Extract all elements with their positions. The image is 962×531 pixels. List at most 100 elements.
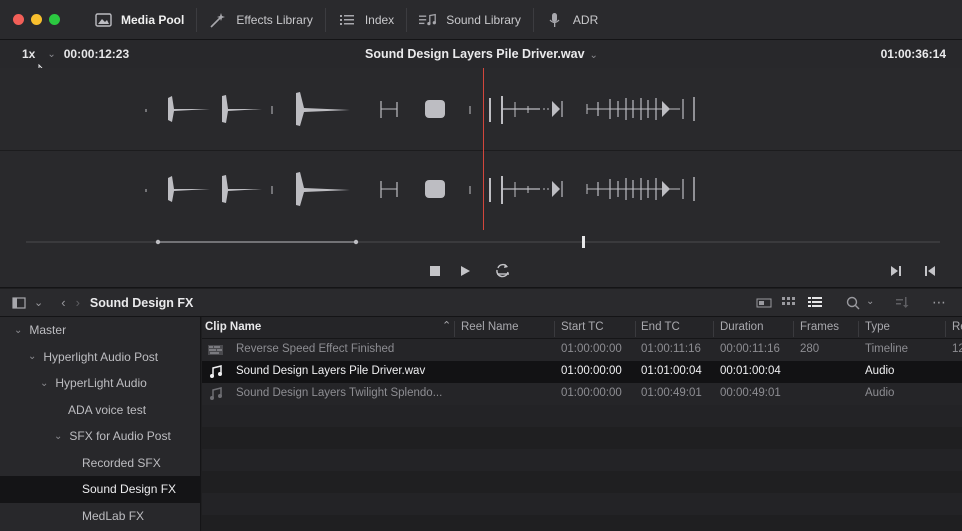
mark-out-icon[interactable] bbox=[923, 264, 937, 278]
sidebar-item-sfx-for-audio-post[interactable]: ⌄ SFX for Audio Post bbox=[0, 423, 200, 450]
viewer-header: 1x ⌄ 00:00:12:23 Sound Design Layers Pil… bbox=[0, 40, 962, 68]
back-arrow-icon[interactable]: ‹ bbox=[61, 295, 65, 310]
scrub-bar[interactable] bbox=[0, 230, 962, 254]
column-header-end-tc[interactable]: End TC bbox=[641, 321, 680, 333]
sidebar-item-label: SFX for Audio Post bbox=[69, 429, 171, 444]
sidebar-item-label: Hyperlight Audio Post bbox=[43, 349, 159, 364]
adr-button[interactable]: ADR bbox=[534, 0, 610, 40]
start-tc: 01:00:00:00 bbox=[561, 365, 622, 377]
forward-arrow-icon[interactable]: › bbox=[76, 295, 80, 310]
chevron-down-icon[interactable]: ⌄ bbox=[34, 296, 43, 309]
column-header-re[interactable]: Re bbox=[952, 321, 962, 333]
column-divider bbox=[713, 321, 714, 337]
chevron-down-icon[interactable]: ⌄ bbox=[14, 325, 22, 336]
waveform-channel-2 bbox=[145, 172, 695, 206]
sidebar-toggle-icon[interactable] bbox=[12, 296, 26, 309]
media-pool-button[interactable]: Media Pool bbox=[82, 0, 196, 40]
column-header-type[interactable]: Type bbox=[865, 321, 890, 333]
column-header-start-tc[interactable]: Start TC bbox=[561, 321, 604, 333]
media-pool-header: ⌄ ‹ › Sound Design FX ⌄ ⋯ bbox=[0, 289, 962, 317]
adr-label: ADR bbox=[572, 12, 599, 27]
zoom-window-button[interactable] bbox=[49, 14, 60, 25]
chevron-down-icon[interactable]: ⌄ bbox=[590, 50, 598, 61]
chevron-down-icon[interactable]: ⌄ bbox=[47, 49, 55, 60]
sound-library-icon bbox=[419, 12, 437, 28]
playhead[interactable] bbox=[483, 68, 484, 230]
record-timecode: 01:00:36:14 bbox=[880, 47, 946, 61]
sort-icon[interactable] bbox=[896, 297, 910, 309]
column-header-reel-name[interactable]: Reel Name bbox=[461, 321, 519, 333]
start-tc: 01:00:00:00 bbox=[561, 343, 622, 355]
index-label: Index bbox=[364, 12, 395, 27]
duration: 00:01:00:04 bbox=[720, 365, 781, 377]
sound-library-button[interactable]: Sound Library bbox=[407, 0, 533, 40]
sidebar-item-hyperlight-audio[interactable]: ⌄ HyperLight Audio bbox=[0, 370, 200, 397]
minimize-window-button[interactable] bbox=[31, 14, 42, 25]
start-tc: 01:00:00:00 bbox=[561, 387, 622, 399]
loop-icon[interactable] bbox=[494, 262, 512, 278]
media-pool-label: Media Pool bbox=[121, 12, 185, 27]
table-row[interactable]: Reverse Speed Effect Finished 01:00:00:0… bbox=[202, 339, 962, 361]
column-divider bbox=[635, 321, 636, 337]
duration: 00:00:49:01 bbox=[720, 387, 781, 399]
clip-type: Audio bbox=[865, 387, 895, 399]
play-icon[interactable] bbox=[458, 264, 472, 278]
effects-library-label: Effects Library bbox=[236, 12, 313, 27]
index-button[interactable]: Index bbox=[326, 0, 406, 40]
list-view-icon[interactable] bbox=[808, 297, 822, 309]
mark-in-icon[interactable] bbox=[889, 264, 903, 278]
chevron-down-icon[interactable]: ⌄ bbox=[40, 378, 48, 389]
column-header-clip-name[interactable]: Clip Name bbox=[205, 321, 261, 333]
end-tc: 01:01:00:04 bbox=[641, 365, 702, 377]
sidebar-item-label: Recorded SFX bbox=[82, 455, 161, 470]
column-header-frames[interactable]: Frames bbox=[800, 321, 839, 333]
viewer-clip-name[interactable]: Sound Design Layers Pile Driver.wav ⌄ bbox=[365, 47, 598, 61]
chevron-down-icon[interactable]: ⌄ bbox=[866, 296, 874, 307]
stop-icon[interactable] bbox=[428, 264, 442, 278]
sidebar-item-label: Sound Design FX bbox=[82, 482, 177, 497]
duration: 00:00:11:16 bbox=[720, 343, 780, 355]
scrub-track bbox=[26, 236, 940, 248]
metadata-view-icon[interactable] bbox=[756, 298, 772, 308]
more-options-icon[interactable]: ⋯ bbox=[932, 294, 946, 311]
search-icon[interactable] bbox=[846, 296, 860, 310]
column-divider bbox=[554, 321, 555, 337]
clip-type: Timeline bbox=[865, 343, 909, 355]
column-divider bbox=[793, 321, 794, 337]
sidebar-item-sound-design-fx[interactable]: Sound Design FX bbox=[0, 476, 200, 503]
effects-library-button[interactable]: Effects Library bbox=[197, 0, 324, 40]
sidebar-item-master[interactable]: ⌄ Master bbox=[0, 317, 200, 344]
transport-controls bbox=[0, 254, 962, 288]
table-row[interactable]: Sound Design Layers Twilight Splendo... … bbox=[202, 383, 962, 405]
sound-library-label: Sound Library bbox=[446, 12, 521, 27]
sidebar-item-ada-voice-test[interactable]: ADA voice test bbox=[0, 397, 200, 424]
sidebar-item-label: HyperLight Audio bbox=[55, 376, 147, 391]
top-toolbar: Media Pool Effects Library Index Sound L… bbox=[0, 0, 962, 40]
audio-waveform-viewer[interactable] bbox=[0, 68, 962, 230]
playback-speed-select[interactable]: 1x bbox=[22, 47, 35, 61]
clip-name: Reverse Speed Effect Finished bbox=[236, 343, 395, 355]
column-header-duration[interactable]: Duration bbox=[720, 321, 763, 333]
clip-name: Sound Design Layers Twilight Splendo... bbox=[236, 387, 443, 399]
audio-icon bbox=[210, 387, 222, 400]
thumbnail-view-icon[interactable] bbox=[782, 297, 796, 309]
column-divider bbox=[945, 321, 946, 337]
chevron-down-icon[interactable]: ⌄ bbox=[54, 431, 62, 442]
close-window-button[interactable] bbox=[13, 14, 24, 25]
microphone-icon bbox=[546, 12, 564, 28]
sidebar-item-label: ADA voice test bbox=[68, 402, 147, 417]
column-divider bbox=[454, 321, 455, 337]
empty-table-area bbox=[202, 405, 962, 531]
sidebar-item-medlab-fx[interactable]: MedLab FX bbox=[0, 503, 200, 530]
sidebar-item-recorded-sfx[interactable]: Recorded SFX bbox=[0, 450, 200, 477]
table-header: Clip Name ⌃ Reel Name Start TC End TC Du… bbox=[202, 317, 962, 339]
frames: 280 bbox=[800, 343, 820, 355]
window-controls bbox=[13, 14, 60, 25]
sort-ascending-icon[interactable]: ⌃ bbox=[442, 319, 451, 332]
chevron-down-icon[interactable]: ⌄ bbox=[28, 351, 36, 362]
clip-name: Sound Design Layers Pile Driver.wav bbox=[236, 365, 426, 377]
index-icon bbox=[338, 12, 356, 28]
sidebar-item-label: Master bbox=[29, 323, 67, 338]
table-row-selected[interactable]: Sound Design Layers Pile Driver.wav 01:0… bbox=[202, 361, 962, 383]
sidebar-item-hyperlight-audio-post[interactable]: ⌄ Hyperlight Audio Post bbox=[0, 344, 200, 371]
